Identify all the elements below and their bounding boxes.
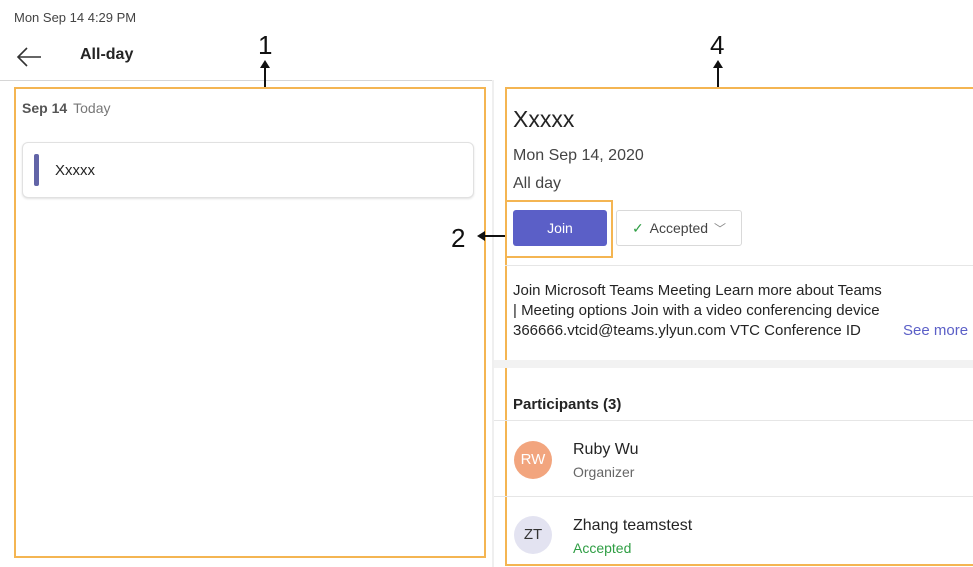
callout-arrow-1 <box>264 66 266 87</box>
avatar: ZT <box>514 516 552 554</box>
status-bar-time: Mon Sep 14 4:29 PM <box>14 10 137 25</box>
check-icon: ✓ <box>631 219 644 236</box>
callout-label-2: 2 <box>451 223 466 253</box>
callout-arrow-4 <box>717 66 719 87</box>
chevron-down-icon: ﹀ <box>714 221 727 236</box>
participant-role: Organizer <box>573 464 635 480</box>
row-divider <box>494 420 973 421</box>
participants-heading: Participants (3) <box>513 396 622 413</box>
meeting-time: All day <box>513 175 562 192</box>
callout-label-1: 1 <box>258 30 273 60</box>
description-line: Join Microsoft Teams Meeting Learn more … <box>513 282 882 299</box>
meeting-date: Mon Sep 14, 2020 <box>513 147 644 164</box>
participant-role: Accepted <box>573 540 632 556</box>
section-divider <box>505 265 973 266</box>
callout-arrowhead-4 <box>713 60 723 68</box>
callout-arrowhead-1 <box>260 60 270 68</box>
rsvp-dropdown[interactable]: ✓ Accepted ﹀ <box>616 210 742 246</box>
page-title: All-day <box>80 46 134 63</box>
participant-name: Zhang teamstest <box>573 517 693 534</box>
back-button[interactable] <box>12 42 46 72</box>
callout-arrowhead-2 <box>477 231 485 241</box>
meeting-title: Xxxxx <box>513 106 575 132</box>
arrow-left-icon <box>16 47 41 67</box>
meeting-description: Join Microsoft Teams Meeting Learn more … <box>513 281 973 341</box>
row-divider <box>494 496 973 497</box>
rsvp-label: Accepted <box>649 220 709 236</box>
header-divider <box>0 80 492 81</box>
section-divider <box>494 360 973 368</box>
pane-divider <box>492 80 494 567</box>
see-more-link[interactable]: See more <box>899 321 969 341</box>
callout-label-4: 4 <box>710 30 725 60</box>
avatar: RW <box>514 441 552 479</box>
callout-box-1 <box>14 87 486 558</box>
join-button[interactable]: Join <box>513 210 607 246</box>
description-line: | Meeting options Join with a video conf… <box>513 302 880 319</box>
participant-name: Ruby Wu <box>573 441 639 458</box>
callout-arrow-2 <box>482 235 505 237</box>
